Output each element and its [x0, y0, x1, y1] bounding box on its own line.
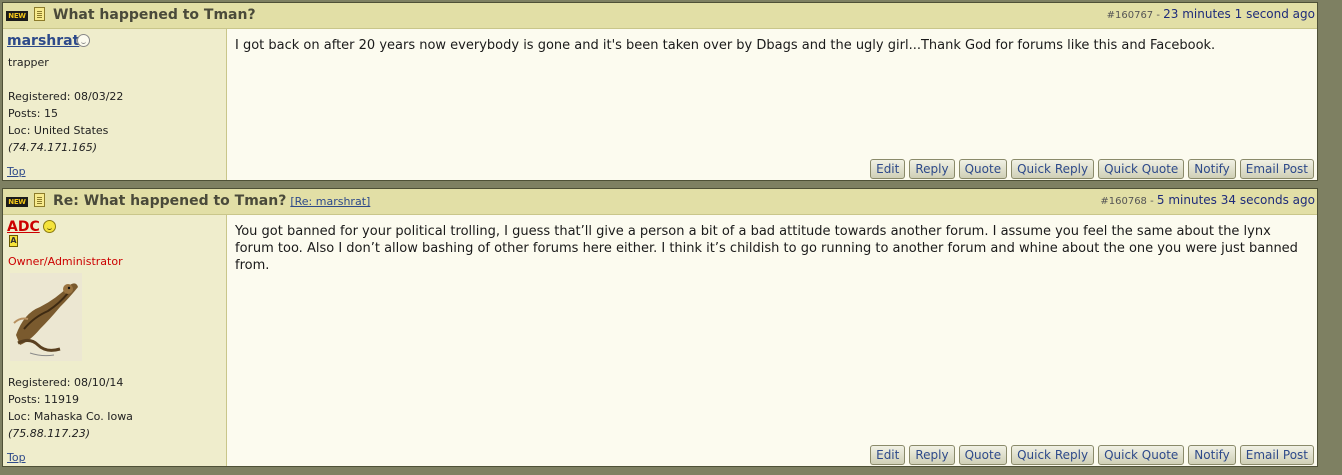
notify-button[interactable]: Notify — [1188, 159, 1236, 179]
post-number[interactable]: #160768 — [1100, 196, 1147, 207]
top-link[interactable]: Top — [7, 165, 26, 178]
author-stats: Registered: 08/03/22 Posts: 15 Loc: Unit… — [8, 88, 123, 156]
online-status-icon — [43, 220, 56, 233]
post-actions: Edit Reply Quote Quick Reply Quick Quote… — [870, 445, 1314, 465]
quote-button[interactable]: Quote — [958, 159, 1008, 179]
reply-button[interactable]: Reply — [909, 445, 955, 465]
post-subject: Re: What happened to Tman? [Re: marshrat] — [53, 193, 370, 209]
post-actions: Edit Reply Quote Quick Reply Quick Quote… — [870, 159, 1314, 179]
meta-separator: - — [1146, 196, 1157, 207]
author-sidebar: ADC A Owner/Administrator Registered: 08… — [3, 215, 227, 466]
lynx-avatar-image — [10, 273, 82, 361]
author-post-count: Posts: 15 — [8, 107, 58, 120]
document-icon — [34, 193, 45, 207]
post-message: You got banned for your political trolli… — [235, 224, 1298, 273]
author-sidebar: marshrat trapper Registered: 08/03/22 Po… — [3, 29, 227, 180]
reply-button[interactable]: Reply — [909, 159, 955, 179]
author-registered: Registered: 08/03/22 — [8, 90, 124, 103]
post-body: I got back on after 20 years now everybo… — [227, 29, 1317, 180]
author-location: Loc: United States — [8, 124, 109, 137]
edit-button[interactable]: Edit — [870, 445, 906, 465]
author-username[interactable]: marshrat — [7, 33, 79, 49]
quick-quote-button[interactable]: Quick Quote — [1098, 159, 1185, 179]
offline-status-icon — [77, 34, 90, 47]
avatar — [10, 273, 82, 361]
document-icon — [34, 7, 45, 21]
author-username[interactable]: ADC — [7, 219, 40, 235]
post-subject-text: Re: What happened to Tman? — [53, 193, 287, 209]
new-post-icon: NEW — [6, 197, 28, 207]
post-meta: #160768 - 5 minutes 34 seconds ago — [1100, 193, 1315, 207]
post-header: NEW What happened to Tman? #160767 - 23 … — [3, 3, 1317, 29]
reply-reference-link[interactable]: [Re: marshrat] — [290, 195, 370, 208]
email-post-button[interactable]: Email Post — [1239, 445, 1314, 465]
admin-badge-icon: A — [9, 235, 18, 247]
author-post-count: Posts: 11919 — [8, 393, 79, 406]
post-timestamp: 23 minutes 1 second ago — [1163, 7, 1315, 21]
edit-button[interactable]: Edit — [870, 159, 906, 179]
new-post-icon: NEW — [6, 11, 28, 21]
author-title: Owner/Administrator — [8, 255, 123, 268]
post-subject: What happened to Tman? — [53, 7, 256, 23]
author-ip: (74.74.171.165) — [8, 141, 98, 154]
author-stats: Registered: 08/10/14 Posts: 11919 Loc: M… — [8, 374, 133, 442]
post-message: I got back on after 20 years now everybo… — [235, 38, 1216, 53]
post-timestamp: 5 minutes 34 seconds ago — [1156, 193, 1315, 207]
post-body: You got banned for your political trolli… — [227, 215, 1317, 466]
author-registered: Registered: 08/10/14 — [8, 376, 124, 389]
forum-post: NEW What happened to Tman? #160767 - 23 … — [2, 2, 1318, 181]
quote-button[interactable]: Quote — [958, 445, 1008, 465]
meta-separator: - — [1153, 10, 1164, 21]
notify-button[interactable]: Notify — [1188, 445, 1236, 465]
forum-post: NEW Re: What happened to Tman? [Re: marsh… — [2, 188, 1318, 467]
quick-quote-button[interactable]: Quick Quote — [1098, 445, 1185, 465]
quick-reply-button[interactable]: Quick Reply — [1011, 445, 1095, 465]
post-header: NEW Re: What happened to Tman? [Re: marsh… — [3, 189, 1317, 215]
quick-reply-button[interactable]: Quick Reply — [1011, 159, 1095, 179]
post-meta: #160767 - 23 minutes 1 second ago — [1107, 7, 1315, 21]
author-ip: (75.88.117.23) — [8, 427, 91, 440]
email-post-button[interactable]: Email Post — [1239, 159, 1314, 179]
top-link[interactable]: Top — [7, 451, 26, 464]
author-location: Loc: Mahaska Co. Iowa — [8, 410, 133, 423]
post-number[interactable]: #160767 — [1107, 10, 1154, 21]
author-title: trapper — [8, 56, 49, 69]
